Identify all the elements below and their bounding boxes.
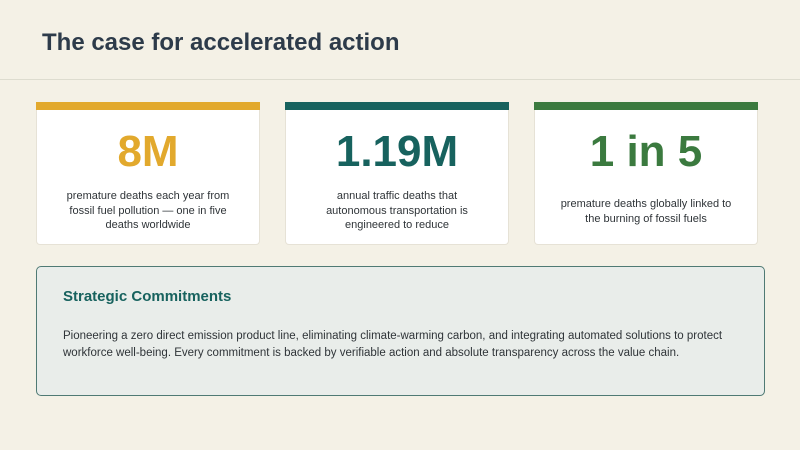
- stat-description: annual traffic deaths that autonomous tr…: [326, 190, 468, 231]
- stat-description: premature deaths globally linked to the …: [560, 198, 732, 225]
- stat-card-traffic-deaths: 1.19M annual traffic deaths that autonom…: [285, 102, 509, 245]
- stat-card-accent-bar: [285, 102, 509, 110]
- commitments-heading: Strategic Commitments: [63, 288, 232, 305]
- stat-description: premature deaths each year from fossil f…: [66, 190, 230, 231]
- strategic-commitments-panel: Strategic Commitments Pioneering a zero …: [36, 266, 765, 396]
- stat-card-accent-bar: [534, 102, 758, 110]
- stat-value: 1 in 5: [589, 127, 703, 176]
- title-bar: The case for accelerated action: [0, 0, 800, 80]
- stat-value: 1.19M: [335, 127, 459, 176]
- stat-card-fossil-fuel-deaths: 8M premature deaths each year from fossi…: [36, 102, 260, 245]
- stat-value: 8M: [117, 127, 179, 176]
- page-title: The case for accelerated action: [42, 29, 400, 56]
- commitments-body: Pioneering a zero direct emission produc…: [63, 330, 723, 359]
- stat-card-accent-bar: [36, 102, 260, 110]
- stat-card-global-share: 1 in 5 premature deaths globally linked …: [534, 102, 758, 245]
